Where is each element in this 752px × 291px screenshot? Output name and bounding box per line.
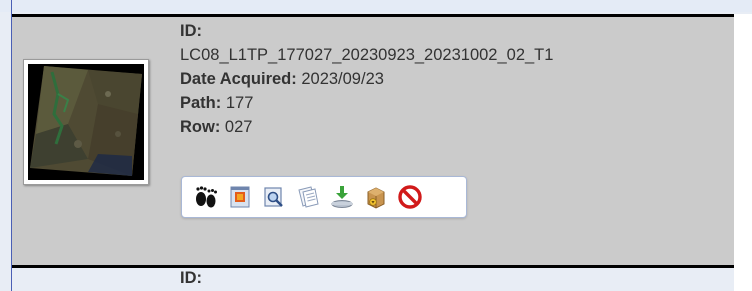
browse-preview-icon: [264, 187, 283, 207]
scroll-gutter: [734, 14, 752, 291]
search-results-panel: ID: LC08_L1TP_177027_20230923_20231002_0…: [0, 0, 752, 291]
row-label: Row:: [180, 118, 221, 136]
download-icon: [331, 186, 353, 208]
results-top-strip: [0, 0, 752, 12]
scene-id: LC08_L1TP_177027_20230923_20231002_02_T1: [180, 46, 554, 64]
thumbnail-image: [28, 64, 144, 180]
scene-metadata: ID: LC08_L1TP_177027_20230923_20231002_0…: [180, 19, 553, 139]
path-value: 177: [225, 94, 254, 112]
bulk-download-icon: [367, 187, 385, 209]
metadata-button[interactable]: [294, 183, 322, 211]
footprint-icon: [196, 186, 217, 208]
next-result-id-label: ID:: [180, 269, 202, 287]
exclude-icon: [398, 185, 422, 209]
metadata-icon: [298, 186, 319, 208]
path-label: Path:: [180, 94, 222, 112]
date-acquired-label: Date Acquired:: [180, 70, 297, 88]
scene-thumbnail[interactable]: [23, 59, 149, 185]
result-row-next: [12, 265, 734, 291]
overlay-button[interactable]: [226, 183, 254, 211]
footprint-button[interactable]: [192, 183, 220, 211]
exclude-button[interactable]: [396, 183, 424, 211]
browse-button[interactable]: [260, 183, 288, 211]
id-label: ID:: [180, 22, 202, 40]
metadata-overlay-icon: [230, 186, 250, 208]
result-actions-toolbar: [181, 176, 467, 218]
date-acquired-value: 2023/09/23: [301, 70, 384, 88]
download-button[interactable]: [328, 183, 356, 211]
bulk-download-button[interactable]: [362, 183, 390, 211]
row-value: 027: [224, 118, 253, 136]
